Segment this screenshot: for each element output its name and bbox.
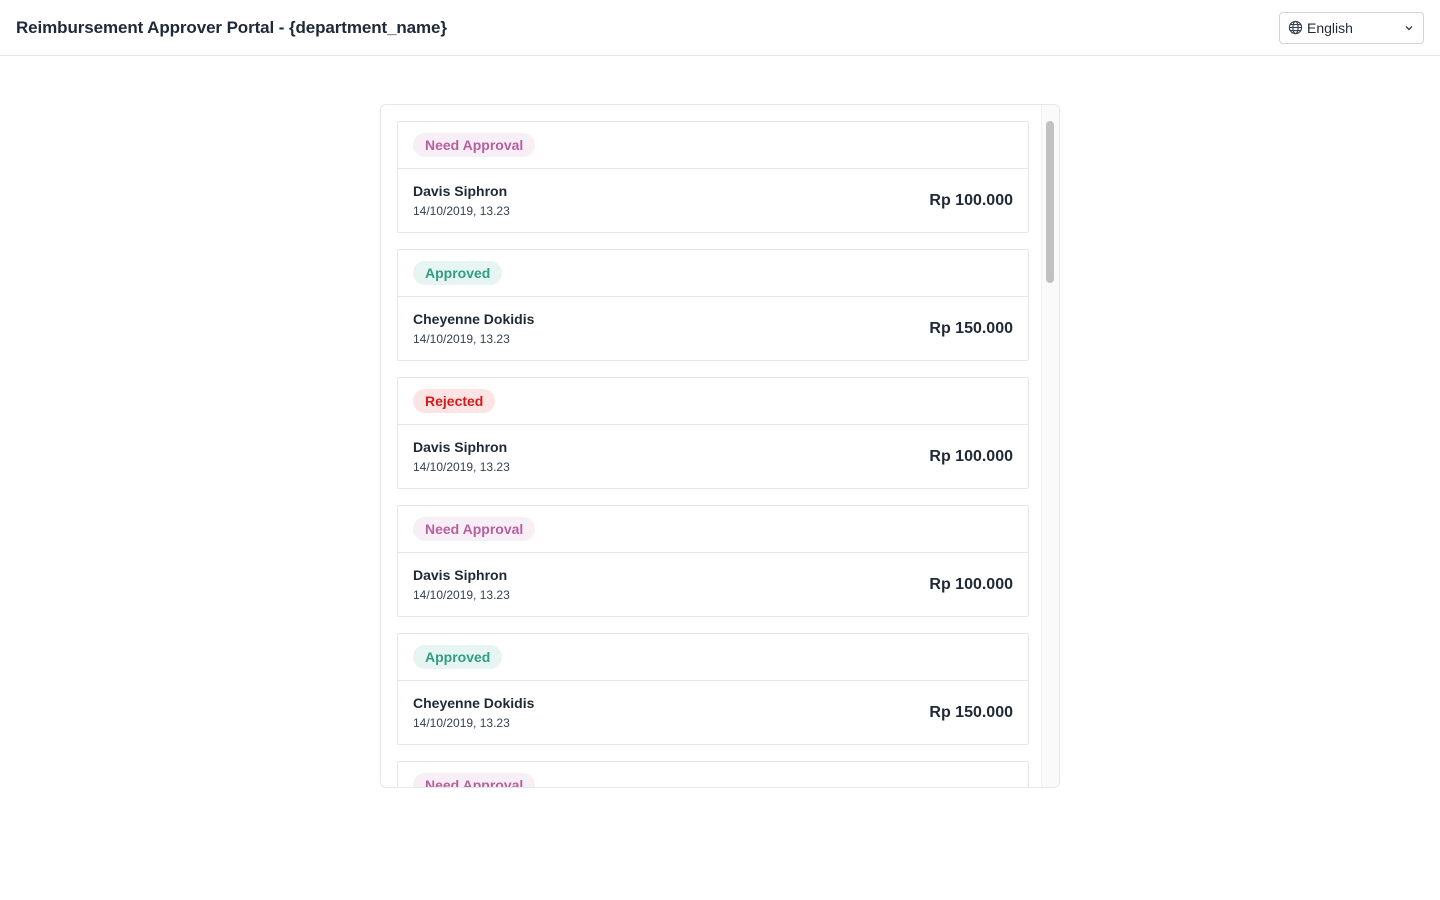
page-title: Reimbursement Approver Portal - {departm… [16,17,447,37]
language-select[interactable]: English [1279,11,1424,44]
requester-name: Davis Siphron [413,439,508,455]
request-card[interactable]: Approved Cheyenne Dokidis 14/10/2019, 13… [397,633,1029,745]
top-bar: Reimbursement Approver Portal - {departm… [0,0,1440,56]
request-card-header: Need Approval [398,122,1028,169]
language-select-value: English [1307,19,1353,36]
request-card-body: Cheyenne Dokidis 14/10/2019, 13.23 Rp 15… [398,297,1028,360]
globe-icon [1288,20,1303,35]
request-card-body: Davis Siphron 14/10/2019, 13.23 Rp 100.0… [398,425,1028,488]
request-amount: Rp 100.000 [929,575,1013,593]
status-badge: Rejected [413,389,496,413]
chevron-down-icon [1403,22,1415,34]
request-card[interactable]: Approved Cheyenne Dokidis 14/10/2019, 13… [397,249,1029,361]
request-card[interactable]: Need Approval Davis Siphron 14/10/2019, … [397,505,1029,617]
request-card-header: Approved [398,250,1028,297]
status-badge: Need Approval [413,133,536,157]
request-datetime: 14/10/2019, 13.23 [413,460,510,474]
request-card-header: Rejected [398,378,1028,425]
request-card[interactable]: Need Approval [397,761,1029,787]
request-datetime: 14/10/2019, 13.23 [413,204,510,218]
request-amount: Rp 100.000 [929,447,1013,465]
requester-name: Cheyenne Dokidis [413,695,535,711]
status-badge: Approved [413,261,503,285]
request-card-header: Need Approval [398,762,1028,787]
request-amount: Rp 150.000 [929,703,1013,721]
request-card[interactable]: Rejected Davis Siphron 14/10/2019, 13.23… [397,377,1029,489]
request-amount: Rp 100.000 [929,191,1013,209]
reimbursement-list[interactable]: Need Approval Davis Siphron 14/10/2019, … [381,105,1043,787]
status-badge: Approved [413,645,503,669]
reimbursement-list-panel: Need Approval Davis Siphron 14/10/2019, … [380,104,1060,788]
request-card-body: Davis Siphron 14/10/2019, 13.23 Rp 100.0… [398,553,1028,616]
requester-name: Davis Siphron [413,183,508,199]
request-card-header: Need Approval [398,506,1028,553]
request-datetime: 14/10/2019, 13.23 [413,332,510,346]
status-badge: Need Approval [413,517,536,541]
request-datetime: 14/10/2019, 13.23 [413,588,510,602]
scrollbar-thumb[interactable] [1046,121,1054,283]
request-datetime: 14/10/2019, 13.23 [413,716,510,730]
requester-name: Davis Siphron [413,567,508,583]
request-card-body: Cheyenne Dokidis 14/10/2019, 13.23 Rp 15… [398,681,1028,744]
request-card-header: Approved [398,634,1028,681]
scrollbar[interactable] [1041,105,1059,787]
status-badge: Need Approval [413,773,536,787]
request-card-body: Davis Siphron 14/10/2019, 13.23 Rp 100.0… [398,169,1028,232]
request-amount: Rp 150.000 [929,319,1013,337]
requester-name: Cheyenne Dokidis [413,311,535,327]
request-card[interactable]: Need Approval Davis Siphron 14/10/2019, … [397,121,1029,233]
